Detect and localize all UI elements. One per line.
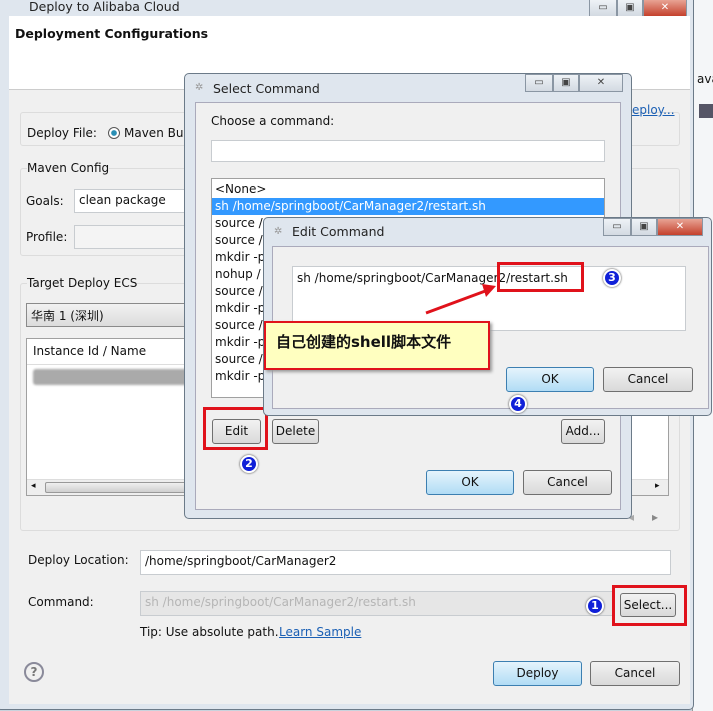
page-next-icon[interactable]: ▸ [652,510,658,524]
select-dialog-controls: ▭ ▣ ✕ [525,74,625,92]
close-button[interactable]: ✕ [579,74,623,92]
command-input: sh /home/springboot/CarManager2/restart.… [140,591,613,616]
app-icon: ✲ [274,226,283,237]
goals-label: Goals: [26,194,64,208]
step-badge-1: 1 [586,597,604,615]
background-app-icon [699,104,713,118]
command-label: Command: [28,595,94,609]
deploy-button[interactable]: Deploy [493,661,582,686]
table-row-blurred[interactable] [33,369,189,385]
cancel-button[interactable]: Cancel [590,661,680,686]
deploy-link[interactable]: eploy... [632,103,675,117]
close-button[interactable]: ✕ [657,218,703,236]
callout-text: 自己创建的shell脚本文件 [276,333,452,351]
scroll-thumb[interactable] [45,482,195,493]
select-dialog-title: Select Command [213,81,320,96]
deploy-location-label: Deploy Location: [28,553,129,567]
edit-dialog-controls: ▭ ▣ ✕ [603,218,709,236]
maximize-button[interactable]: ▣ [553,74,579,92]
deploy-file-label: Deploy File: [27,126,97,140]
edit-ok-button[interactable]: OK [506,367,594,392]
profile-label: Profile: [26,230,68,244]
edit-cancel-button[interactable]: Cancel [603,367,693,392]
close-button[interactable]: ✕ [643,0,687,17]
tip-text: Tip: Use absolute path. [140,625,279,639]
choose-command-label: Choose a command: [211,114,335,128]
list-item[interactable]: <None> [212,181,604,198]
help-icon[interactable]: ? [24,662,44,682]
background-app-text: ava [697,72,713,86]
add-button[interactable]: Add... [561,419,605,444]
highlight-edit [203,407,268,450]
scroll-left-icon[interactable]: ◂ [31,481,36,491]
highlight-script-name [497,262,584,292]
minimize-button[interactable]: ▭ [589,0,617,17]
step-badge-2: 2 [240,455,258,473]
select-cancel-button[interactable]: Cancel [523,470,612,495]
scroll-right-icon[interactable]: ▸ [655,481,660,491]
highlight-select [612,585,687,626]
main-window-title: Deploy to Alibaba Cloud [29,0,180,14]
deploy-location-input[interactable]: /home/springboot/CarManager2 [140,550,671,575]
annotation-callout: 自己创建的shell脚本文件 [264,321,490,370]
main-window-controls: ▭ ▣ ✕ [589,0,689,17]
maven-radio-label: Maven Bu [124,126,184,140]
maven-config-title: Maven Config [27,161,110,175]
minimize-button[interactable]: ▭ [525,74,553,92]
select-ok-button[interactable]: OK [426,470,514,495]
maximize-button[interactable]: ▣ [631,218,657,236]
arrow-icon [425,284,496,315]
step-badge-3: 3 [603,269,621,287]
minimize-button[interactable]: ▭ [603,218,631,236]
app-icon: ✲ [195,82,204,93]
command-filter-input[interactable] [211,140,605,162]
delete-button[interactable]: Delete [272,419,319,444]
table-header-instance: Instance Id / Name [33,344,147,358]
maximize-button[interactable]: ▣ [617,0,643,17]
learn-sample-link[interactable]: Learn Sample [279,625,361,639]
step-badge-4: 4 [509,395,527,413]
list-item-selected[interactable]: sh /home/springboot/CarManager2/restart.… [212,198,604,215]
maven-radio[interactable] [108,127,120,139]
target-ecs-title: Target Deploy ECS [27,276,138,290]
edit-dialog-title: Edit Command [292,224,385,239]
header-title: Deployment Configurations [15,26,209,41]
